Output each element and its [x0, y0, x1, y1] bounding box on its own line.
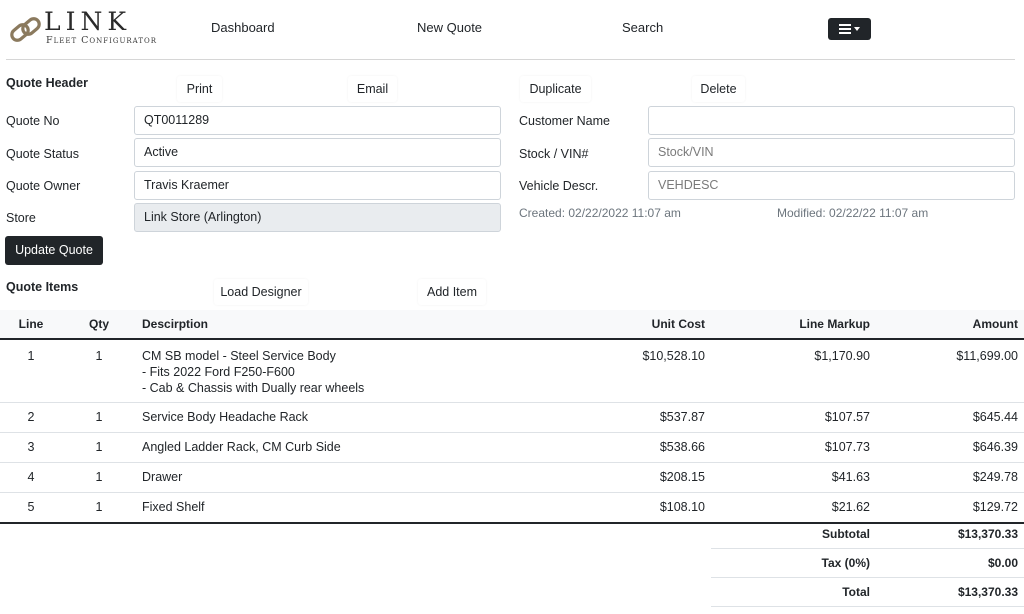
menu-dropdown-button[interactable]: [828, 18, 871, 40]
subtotal-label: Subtotal: [822, 527, 870, 541]
cell-qty: 1: [62, 462, 136, 493]
navbar-divider: [6, 59, 1015, 60]
logo-subtitle: Fleet Configurator: [46, 35, 158, 46]
cell-amount: $129.72: [876, 492, 1024, 524]
cell-amount: $249.78: [876, 462, 1024, 493]
column-header-qty: Qty: [62, 310, 136, 340]
cell-unit-cost: $108.10: [496, 492, 711, 524]
description-line: - Cab & Chassis with Dually rear wheels: [142, 381, 365, 395]
cell-line-markup: $41.63: [711, 462, 876, 493]
column-header-unit-cost: Unit Cost: [496, 310, 711, 340]
quote-items-title: Quote Items: [6, 280, 79, 294]
hamburger-menu-icon: [839, 24, 851, 34]
quote-owner-label: Quote Owner: [6, 179, 81, 193]
table-row[interactable]: 1 1 CM SB model - Steel Service Body - F…: [0, 339, 1024, 403]
subtotal-value: $13,370.33: [957, 527, 1018, 541]
column-header-description: Descirption: [136, 310, 496, 340]
cell-line-markup: $21.62: [711, 492, 876, 524]
tax-label: Tax (0%): [821, 556, 870, 570]
cell-qty: 1: [62, 492, 136, 524]
customer-name-label: Customer Name: [519, 114, 610, 128]
total-label: Total: [842, 585, 870, 599]
chain-link-icon: [10, 17, 41, 42]
modified-timestamp: Modified: 02/22/22 11:07 am: [777, 206, 929, 220]
cell-description: Drawer: [136, 462, 496, 493]
total-row: Total $13,370.33: [711, 578, 1024, 607]
quote-no-field[interactable]: QT0011289: [134, 106, 501, 135]
quote-status-select[interactable]: Active: [134, 138, 501, 167]
cell-unit-cost: $538.66: [496, 432, 711, 463]
app-logo[interactable]: LINK Fleet Configurator: [8, 8, 158, 50]
logo-title: LINK: [44, 7, 132, 36]
email-button[interactable]: Email: [348, 76, 397, 102]
print-button[interactable]: Print: [177, 76, 222, 102]
description-line: CM SB model - Steel Service Body: [142, 349, 336, 363]
cell-line-markup: $107.73: [711, 432, 876, 463]
cell-line: 2: [0, 402, 62, 433]
cell-line-markup: $107.57: [711, 402, 876, 433]
add-item-button[interactable]: Add Item: [418, 279, 486, 305]
cell-line: 4: [0, 462, 62, 493]
totals-summary: Subtotal $13,370.33 Tax (0%) $0.00 Total…: [711, 520, 1024, 607]
cell-unit-cost: $10,528.10: [496, 339, 711, 403]
caret-down-icon: [854, 27, 860, 31]
column-header-line-markup: Line Markup: [711, 310, 876, 340]
cell-description: Fixed Shelf: [136, 492, 496, 524]
cell-line-markup: $1,170.90: [711, 339, 876, 403]
vehicle-descr-label: Vehicle Descr.: [519, 179, 599, 193]
nav-new-quote[interactable]: New Quote: [417, 19, 482, 37]
total-value: $13,370.33: [957, 585, 1018, 599]
nav-dashboard[interactable]: Dashboard: [211, 19, 275, 37]
cell-description: Angled Ladder Rack, CM Curb Side: [136, 432, 496, 463]
cell-amount: $645.44: [876, 402, 1024, 433]
cell-line: 5: [0, 492, 62, 524]
cell-description: Service Body Headache Rack: [136, 402, 496, 433]
cell-qty: 1: [62, 339, 136, 403]
cell-description: CM SB model - Steel Service Body - Fits …: [136, 339, 496, 403]
load-designer-button[interactable]: Load Designer: [214, 279, 308, 305]
store-field: Link Store (Arlington): [134, 203, 501, 232]
update-quote-button[interactable]: Update Quote: [5, 236, 103, 265]
stock-vin-field[interactable]: Stock/VIN: [648, 138, 1015, 167]
quote-header-title: Quote Header: [6, 76, 88, 90]
cell-qty: 1: [62, 402, 136, 433]
cell-amount: $11,699.00: [876, 339, 1024, 403]
table-row[interactable]: 4 1 Drawer $208.15 $41.63 $249.78: [0, 462, 1024, 493]
quote-items-table: Line Qty Descirption Unit Cost Line Mark…: [0, 310, 1024, 524]
created-timestamp: Created: 02/22/2022 11:07 am: [519, 206, 681, 220]
top-navbar: LINK Fleet Configurator Dashboard New Qu…: [0, 0, 1024, 60]
subtotal-row: Subtotal $13,370.33: [711, 520, 1024, 549]
column-header-amount: Amount: [876, 310, 1024, 340]
table-row[interactable]: 2 1 Service Body Headache Rack $537.87 $…: [0, 402, 1024, 433]
table-header-row: Line Qty Descirption Unit Cost Line Mark…: [0, 310, 1024, 340]
cell-line: 3: [0, 432, 62, 463]
column-header-line: Line: [0, 310, 62, 340]
description-line: - Fits 2022 Ford F250-F600: [142, 365, 295, 379]
delete-button[interactable]: Delete: [692, 76, 745, 102]
cell-unit-cost: $208.15: [496, 462, 711, 493]
nav-search[interactable]: Search: [622, 19, 663, 37]
cell-amount: $646.39: [876, 432, 1024, 463]
tax-row: Tax (0%) $0.00: [711, 549, 1024, 578]
quote-owner-field[interactable]: Travis Kraemer: [134, 171, 501, 200]
quote-status-label: Quote Status: [6, 147, 79, 161]
store-label: Store: [6, 211, 36, 225]
quote-no-label: Quote No: [6, 114, 60, 128]
cell-unit-cost: $537.87: [496, 402, 711, 433]
cell-line: 1: [0, 339, 62, 403]
table-row[interactable]: 3 1 Angled Ladder Rack, CM Curb Side $53…: [0, 432, 1024, 463]
customer-name-field[interactable]: [648, 106, 1015, 135]
table-row[interactable]: 5 1 Fixed Shelf $108.10 $21.62 $129.72: [0, 492, 1024, 524]
duplicate-button[interactable]: Duplicate: [520, 76, 591, 102]
vehicle-descr-field[interactable]: VEHDESC: [648, 171, 1015, 200]
cell-qty: 1: [62, 432, 136, 463]
tax-value: $0.00: [987, 556, 1018, 570]
stock-vin-label: Stock / VIN#: [519, 147, 589, 161]
